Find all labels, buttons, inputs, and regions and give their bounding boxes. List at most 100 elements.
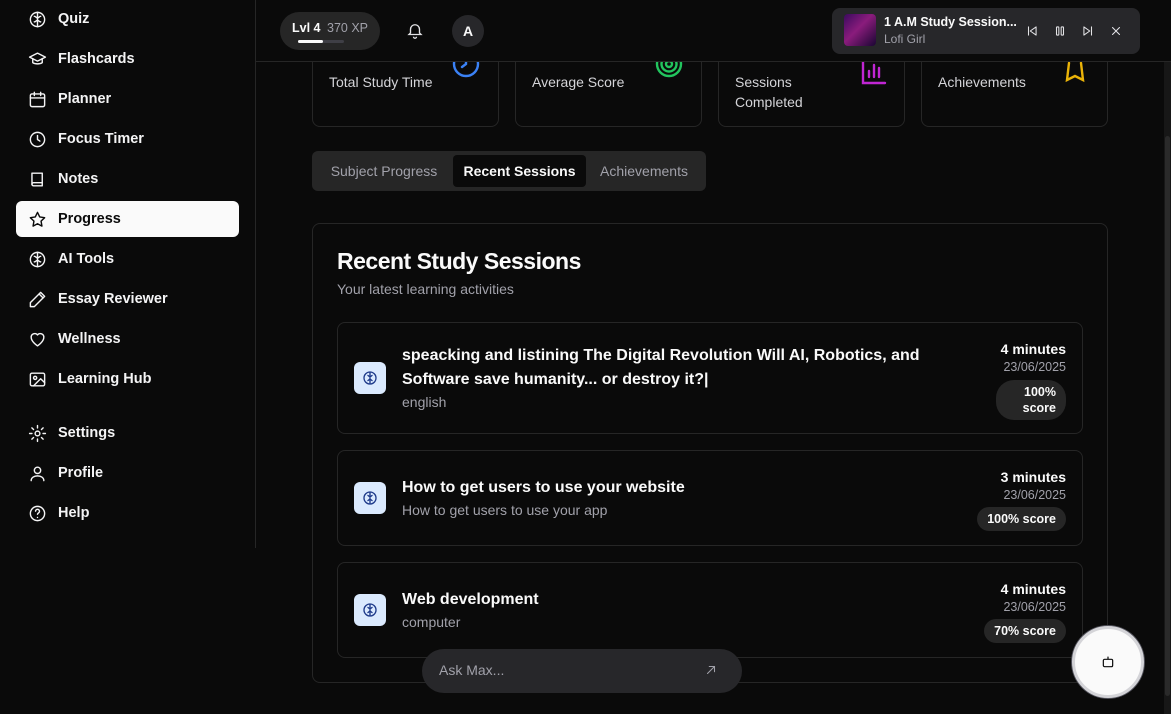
- session-score-badge: 70% score: [984, 619, 1066, 643]
- session-subject: english: [402, 394, 447, 410]
- sidebar-item-learning-hub[interactable]: Learning Hub: [16, 361, 239, 397]
- brain-icon: [354, 362, 386, 394]
- main-content: Total Study Time Average Score Sessions …: [256, 62, 1164, 714]
- sidebar-item-label: Notes: [58, 171, 99, 187]
- sidebar-item-profile[interactable]: Profile: [16, 455, 239, 491]
- sidebar-item-notes[interactable]: Notes: [16, 161, 239, 197]
- session-title: How to get users to use your website: [402, 479, 685, 496]
- user-icon: [27, 463, 47, 483]
- track-artist: Lofi Girl: [884, 32, 926, 46]
- tab-achievements[interactable]: Achievements: [588, 155, 700, 187]
- session-item[interactable]: Web development computer 4 minutes 23/06…: [337, 562, 1083, 658]
- stat-card-sessions-completed: Sessions Completed: [718, 62, 905, 127]
- level-badge[interactable]: Lvl 4 370 XP: [280, 12, 380, 50]
- bot-icon: [1100, 654, 1116, 670]
- sidebar-item-progress[interactable]: Progress: [16, 201, 239, 237]
- sidebar-item-label: Progress: [58, 211, 121, 227]
- stat-label: Average Score: [532, 74, 625, 90]
- gear-icon: [27, 423, 47, 443]
- session-duration: 3 minutes: [1000, 469, 1066, 485]
- session-item[interactable]: How to get users to use your website How…: [337, 450, 1083, 546]
- sidebar-item-label: Flashcards: [58, 51, 135, 67]
- ask-placeholder: Ask Max...: [439, 662, 505, 678]
- xp-label: 370 XP: [327, 21, 369, 35]
- close-icon[interactable]: [1107, 22, 1125, 40]
- avatar[interactable]: A: [452, 15, 484, 47]
- sidebar-item-ai-tools[interactable]: AI Tools: [16, 241, 239, 277]
- session-duration: 4 minutes: [1000, 341, 1066, 357]
- star-icon: [27, 209, 47, 229]
- sidebar-item-focus-timer[interactable]: Focus Timer: [16, 121, 239, 157]
- clock-icon: [27, 129, 47, 149]
- session-date: 23/06/2025: [1003, 360, 1066, 374]
- session-subject: How to get users to use your app: [402, 502, 608, 518]
- session-item[interactable]: speacking and listining The Digital Revo…: [337, 322, 1083, 434]
- award-icon: [1060, 62, 1090, 85]
- sidebar: Quiz Flashcards Planner Focus Timer Note…: [0, 0, 256, 548]
- music-player: 1 A.M Study Session... Lofi Girl: [832, 8, 1140, 54]
- sidebar-item-label: Focus Timer: [58, 131, 144, 147]
- scrollbar-thumb[interactable]: [1165, 136, 1170, 696]
- stat-label: Sessions Completed: [735, 74, 803, 110]
- level-label: Lvl 4: [292, 21, 321, 35]
- pen-icon: [27, 289, 47, 309]
- target-icon: [654, 62, 684, 79]
- sidebar-item-label: AI Tools: [58, 251, 115, 267]
- image-icon: [27, 369, 47, 389]
- xp-progress-bar: [298, 40, 344, 43]
- book-icon: [27, 169, 47, 189]
- session-date: 23/06/2025: [1003, 600, 1066, 614]
- section-subtitle: Your latest learning activities: [337, 281, 514, 297]
- sidebar-item-quiz[interactable]: Quiz: [16, 1, 239, 37]
- sidebar-item-label: Essay Reviewer: [58, 291, 168, 307]
- help-circle-icon: [27, 503, 47, 523]
- sidebar-item-flashcards[interactable]: Flashcards: [16, 41, 239, 77]
- session-score-badge: 100% score: [977, 507, 1066, 531]
- session-duration: 4 minutes: [1000, 581, 1066, 597]
- pause-icon[interactable]: [1051, 22, 1069, 40]
- bar-chart-icon: [859, 62, 889, 87]
- session-subject: computer: [402, 614, 461, 630]
- sidebar-item-label: Wellness: [58, 331, 121, 347]
- session-title: speacking and listining The Digital Revo…: [402, 347, 920, 388]
- chatbot-button[interactable]: [1072, 626, 1144, 698]
- stat-card-total-study-time: Total Study Time: [312, 62, 499, 127]
- tab-recent-sessions[interactable]: Recent Sessions: [453, 155, 586, 187]
- heart-icon: [27, 329, 47, 349]
- arrow-up-right-icon[interactable]: [704, 663, 720, 679]
- sidebar-item-essay-reviewer[interactable]: Essay Reviewer: [16, 281, 239, 317]
- graduation-cap-icon: [27, 49, 47, 69]
- brain-icon: [354, 594, 386, 626]
- sidebar-item-planner[interactable]: Planner: [16, 81, 239, 117]
- progress-tabs: Subject Progress Recent Sessions Achieve…: [312, 151, 706, 191]
- album-thumbnail: [844, 14, 876, 46]
- session-title: Web development: [402, 591, 539, 608]
- calendar-icon: [27, 89, 47, 109]
- brain-icon: [27, 249, 47, 269]
- recent-sessions-card: Recent Study Sessions Your latest learni…: [312, 223, 1108, 683]
- clock-icon: [451, 62, 481, 79]
- ask-max-input[interactable]: Ask Max...: [422, 649, 742, 693]
- sidebar-item-label: Quiz: [58, 11, 90, 27]
- bell-icon[interactable]: [406, 21, 426, 41]
- brain-icon: [354, 482, 386, 514]
- brain-icon: [27, 9, 47, 29]
- previous-track-icon[interactable]: [1023, 22, 1041, 40]
- session-date: 23/06/2025: [1003, 488, 1066, 502]
- app-window: Quiz Flashcards Planner Focus Timer Note…: [0, 0, 1171, 714]
- stat-card-average-score: Average Score: [515, 62, 702, 127]
- session-score-badge: 100% score: [996, 380, 1066, 420]
- sidebar-item-settings[interactable]: Settings: [16, 415, 239, 451]
- sidebar-item-help[interactable]: Help: [16, 495, 239, 531]
- next-track-icon[interactable]: [1079, 22, 1097, 40]
- section-title: Recent Study Sessions: [337, 248, 581, 274]
- sidebar-item-label: Learning Hub: [58, 371, 152, 387]
- xp-progress-fill: [298, 40, 324, 43]
- stat-label: Total Study Time: [329, 74, 433, 90]
- sidebar-item-label: Profile: [58, 465, 104, 481]
- tab-subject-progress[interactable]: Subject Progress: [316, 155, 452, 187]
- sidebar-item-wellness[interactable]: Wellness: [16, 321, 239, 357]
- track-title: 1 A.M Study Session...: [884, 15, 1017, 29]
- sidebar-item-label: Settings: [58, 425, 116, 441]
- stat-card-achievements: Achievements: [921, 62, 1108, 127]
